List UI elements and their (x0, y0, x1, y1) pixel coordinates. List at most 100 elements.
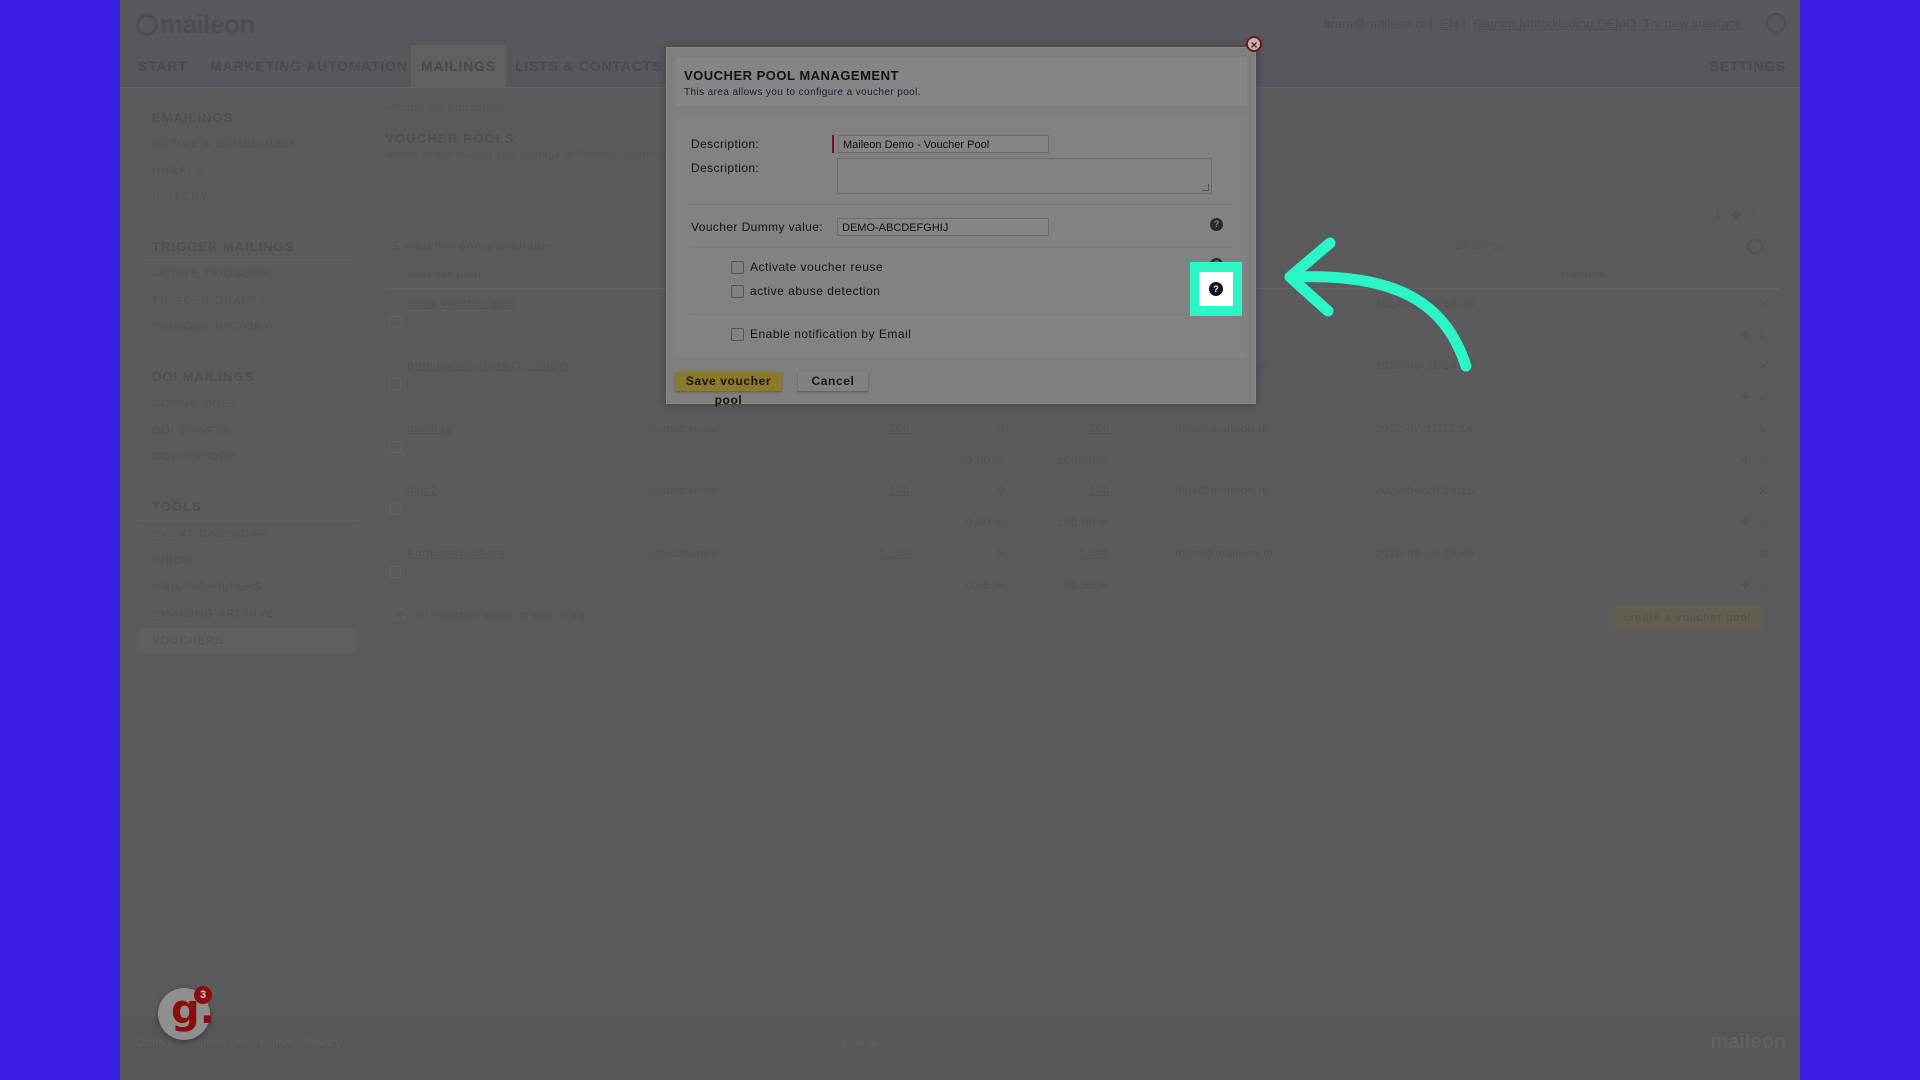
pool-used-percent: 0.00 % (965, 455, 1005, 467)
checkbox-abuse-detection[interactable] (731, 285, 744, 298)
logout-power-icon[interactable] (1766, 13, 1786, 33)
checkbox-voucher-reuse[interactable] (731, 261, 744, 274)
pool-used-percent: 0.00 % (965, 517, 1005, 529)
delete-icon[interactable]: ✕ (1757, 421, 1770, 438)
row-checkbox[interactable] (389, 441, 401, 453)
pool-free[interactable]: 100 (1035, 485, 1110, 497)
resize-handle-icon[interactable] (1202, 184, 1209, 191)
checkbox-email-notification[interactable] (731, 328, 744, 341)
pool-name-link[interactable]: testthijs (407, 423, 452, 435)
tab-lists-contacts[interactable]: LISTS & CONTACTS (505, 45, 672, 87)
pool-free-percent: 99.55 % (1064, 580, 1110, 592)
tab-mailings[interactable]: MAILINGS (411, 45, 506, 87)
pool-free[interactable]: 100 (1035, 423, 1110, 435)
footer: Contact | Terms of use | Imprint | Privacy … (120, 1017, 1800, 1080)
sidebar-item-mailing-filters[interactable]: MAILING FILTERS (152, 581, 263, 593)
footer-link-imprint[interactable]: Imprint (260, 1037, 294, 1049)
sidebar-item-emailing-archive[interactable]: EMAILING ARCHIVE (152, 608, 275, 620)
table-toolbar-icons[interactable]: ⤓✚⋮ (1715, 206, 1765, 223)
column-header-voucher-pool[interactable]: voucher pool (407, 270, 482, 281)
pool-name-link[interactable]: thijs2 (407, 485, 437, 497)
pool-total[interactable]: 100 (830, 485, 910, 497)
row-checkbox[interactable] (389, 378, 401, 390)
help-icon-dummy-value[interactable]: ? (1210, 218, 1223, 231)
settings-link[interactable]: SETTINGS (1710, 45, 1786, 87)
sidebar-item-inbox[interactable]: INBOX (152, 555, 192, 567)
help-icon-abuse-detection[interactable]: ? (1209, 282, 1223, 296)
select-all-checkbox[interactable] (393, 608, 405, 620)
pool-free[interactable]: 1,099 (1035, 548, 1110, 560)
sidebar-item-vouchers[interactable]: VOUCHERS (152, 635, 224, 647)
delete-icon[interactable]: ✕ (1757, 546, 1770, 563)
footer-link-contact[interactable]: Contact (135, 1037, 173, 1049)
table-row[interactable]: thijs2 deactivated 100 0 0.00 % 100 100.… (385, 483, 1780, 547)
delete-icon[interactable]: ✕ (1757, 483, 1770, 500)
delete-icon[interactable]: ✕ (1757, 296, 1770, 313)
pool-total[interactable]: 1,104 (830, 548, 910, 560)
create-voucher-pool-button[interactable]: create a voucher pool (1614, 606, 1761, 630)
sidebar-heading-trigger-mailings: TRIGGER MAILINGS (152, 239, 295, 254)
highlight-inner: ? (1199, 272, 1233, 306)
sidebar-item-doi-drafts[interactable]: DOI DRAFTS (152, 425, 231, 437)
row-action-icons[interactable]: ✚⤓ (1741, 578, 1772, 593)
select-all-row[interactable]: all voucher pools of this area (393, 608, 585, 622)
sidebar-item-drafts[interactable]: DRAFTS (152, 165, 203, 177)
pool-owner: bjorn@maileon.nl (1175, 548, 1274, 560)
delete-icon[interactable]: ✕ (1757, 358, 1770, 375)
footer-link-privacy[interactable]: Privacy (305, 1037, 341, 1049)
pool-name-link[interactable]: Kortingsvouchers (407, 548, 505, 560)
dialog-form: Description: Maileon Demo - Voucher Pool… (675, 118, 1247, 358)
dummy-value-input[interactable]: DEMO-ABCDEFGHIJ (837, 218, 1049, 236)
save-voucher-pool-button[interactable]: Save voucher pool (675, 372, 782, 407)
pool-status: deactivated (653, 485, 719, 497)
cancel-button[interactable]: Cancel (798, 372, 868, 391)
language-link[interactable]: EN (1440, 16, 1458, 31)
row-checkbox[interactable] (389, 316, 401, 328)
dialog-title: VOUCHER POOL MANAGEMENT (684, 68, 899, 83)
row-action-icons[interactable]: ✚⤓ (1741, 515, 1772, 530)
sidebar-item-active-scheduled[interactable]: ACTIVE & SCHEDULED (152, 138, 295, 150)
sidebar-item-active-triggers[interactable]: ACTIVE TRIGGERS (152, 268, 270, 280)
search-icon[interactable] (1747, 238, 1763, 254)
user-email: bram@maileon.nl (1323, 16, 1426, 31)
close-dialog-icon[interactable]: × (1246, 36, 1262, 52)
sidebar-heading-emailings: EMAILINGS (152, 110, 234, 125)
sidebar-item-doi-history[interactable]: DOI HISTORY (152, 451, 236, 463)
sidebar-item-trigger-drafts[interactable]: TRIGGER DRAFTS (152, 295, 266, 307)
maileon-logo[interactable]: maileon (136, 9, 255, 40)
certification-logos: ◈ ✉ ◉ (840, 1035, 880, 1050)
sidebar-heading-doi-mailings: DOI MAILINGS (152, 369, 255, 384)
row-action-icons[interactable]: ✚⤓ (1741, 328, 1772, 343)
name-input[interactable]: Maileon Demo - Voucher Pool (838, 135, 1049, 153)
footer-link-terms[interactable]: Terms of use (185, 1037, 248, 1049)
tab-marketing-automation[interactable]: MARKETING AUTOMATION (200, 45, 418, 87)
pool-name-link[interactable]: demo voucher pool (407, 298, 514, 310)
description-textarea[interactable] (837, 158, 1212, 194)
sidebar-item-event-calendar[interactable]: EVENT CALENDAR (152, 528, 268, 540)
table-row[interactable]: Kortingsvouchers deactivated 1,104 5 0.4… (385, 546, 1780, 610)
sidebar-item-active-dois[interactable]: ACTIVE DOIS (152, 398, 235, 410)
row-checkbox[interactable] (389, 566, 401, 578)
breadcrumb: >> Tools >> Vouchers (375, 102, 502, 114)
pool-owner: thijs@maileon.nl (1175, 423, 1269, 435)
pool-owner: thijs@maileon.nl (1175, 485, 1269, 497)
highlight-frame: ? (1190, 262, 1242, 316)
pool-name-link[interactable]: Birthday vouchers DE - NEW (407, 360, 570, 372)
notification-count-badge: 3 (194, 986, 212, 1004)
sidebar-item-history[interactable]: HISTORY (152, 191, 209, 203)
row-checkbox[interactable] (389, 503, 401, 515)
try-new-interface-link[interactable]: Try new interface (1643, 16, 1742, 31)
table-row[interactable]: testthijs deactivated 100 0 0.00 % 100 1… (385, 421, 1780, 485)
row-action-icons[interactable]: ✚⤓ (1741, 390, 1772, 405)
row-action-icons[interactable]: ✚⤓ (1741, 453, 1772, 468)
pool-used[interactable]: 5 (945, 548, 1005, 560)
tab-start[interactable]: START (128, 45, 198, 87)
column-header-creation[interactable]: creation (1560, 270, 1607, 281)
support-widget-button[interactable]: g. 3 (158, 986, 215, 1040)
name-label: Description: (691, 137, 760, 151)
sidebar-item-trigger-history[interactable]: TRIGGER HISTORY (152, 321, 272, 333)
pool-free-percent: 100.00 % (1057, 517, 1110, 529)
pool-total[interactable]: 100 (830, 423, 910, 435)
pointer-arrow-icon (1284, 237, 1472, 372)
account-link[interactable]: Damen Motorkleding DEMO (1473, 16, 1636, 31)
